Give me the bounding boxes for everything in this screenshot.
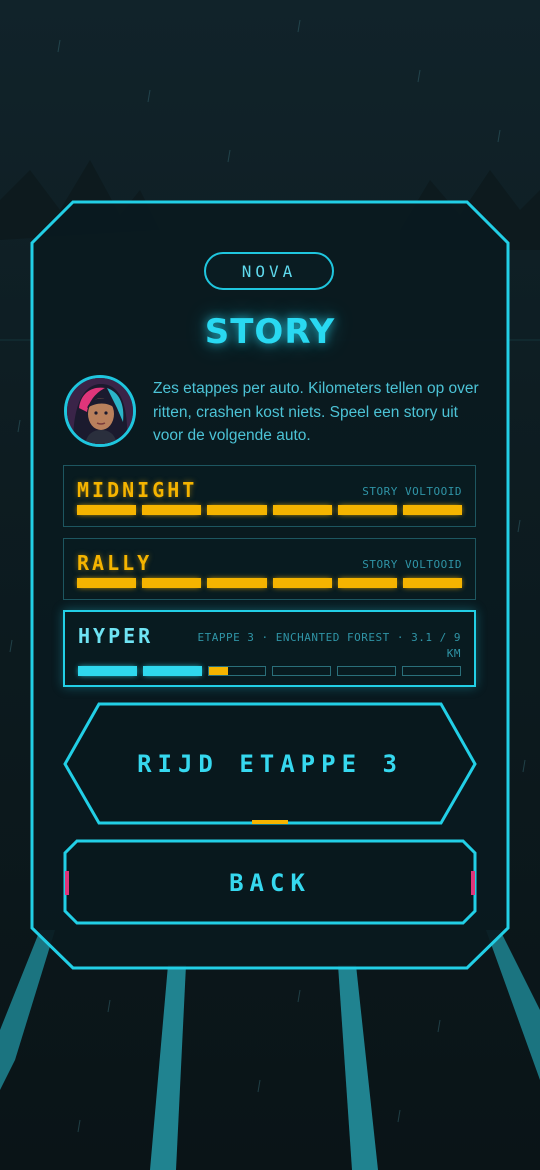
- progress-segment: [337, 666, 397, 676]
- progress-segment-fill: [208, 579, 266, 587]
- progress-segments: [77, 505, 463, 515]
- track-card-midnight[interactable]: MIDNIGHT STORY VOLTOOID: [63, 465, 476, 527]
- progress-segments: [77, 578, 463, 588]
- track-card-hyper[interactable]: HYPER ETAPPE 3 · ENCHANTED FOREST · 3.1 …: [63, 610, 476, 687]
- progress-segment-fill: [273, 506, 331, 514]
- progress-segment-fill: [79, 667, 136, 675]
- intro-text: Zes etappes per auto. Kilometers tellen …: [153, 380, 479, 444]
- progress-segment: [337, 505, 397, 515]
- back-button[interactable]: BACK: [0, 869, 540, 897]
- progress-segment-fill: [403, 506, 462, 514]
- track-status: STORY VOLTOOID: [362, 558, 462, 571]
- progress-segment-fill: [273, 579, 331, 587]
- page-title: STORY: [204, 312, 336, 352]
- progress-segment: [402, 578, 463, 588]
- progress-segment: [402, 666, 461, 676]
- track-name: MIDNIGHT: [77, 478, 198, 502]
- progress-segment-fill: [78, 506, 136, 514]
- progress-segment: [272, 578, 332, 588]
- progress-segment-fill: [338, 579, 396, 587]
- progress-segment-fill: [143, 506, 201, 514]
- progress-segment: [337, 578, 397, 588]
- progress-segment: [207, 505, 267, 515]
- progress-segment-fill: [403, 579, 462, 587]
- driver-avatar: [64, 375, 136, 447]
- track-status: ETAPPE 3 · ENCHANTED FOREST · 3.1 / 9 KM: [197, 631, 461, 660]
- track-name: HYPER: [78, 624, 154, 648]
- progress-segment-fill: [78, 579, 136, 587]
- progress-segment: [142, 505, 202, 515]
- progress-segment: [142, 578, 202, 588]
- progress-segment: [207, 666, 267, 676]
- start-stage-button[interactable]: RIJD ETAPPE 3: [0, 750, 540, 778]
- progress-segment: [207, 578, 267, 588]
- progress-segments: [78, 666, 461, 676]
- progress-segment-fill: [338, 506, 396, 514]
- track-status: STORY VOLTOOID: [362, 485, 462, 498]
- progress-segment: [77, 578, 137, 588]
- progress-segment: [402, 505, 463, 515]
- progress-segment-fill: [208, 667, 228, 675]
- progress-segment: [142, 666, 202, 676]
- progress-segment: [77, 505, 137, 515]
- progress-segment: [272, 505, 332, 515]
- progress-segment: [272, 666, 332, 676]
- track-card-rally[interactable]: RALLY STORY VOLTOOID: [63, 538, 476, 600]
- driver-badge: NOVA: [204, 252, 334, 290]
- track-name: RALLY: [77, 551, 153, 575]
- progress-segment: [78, 666, 137, 676]
- progress-segment-fill: [143, 667, 201, 675]
- progress-segment-fill: [208, 506, 266, 514]
- progress-segment-fill: [143, 579, 201, 587]
